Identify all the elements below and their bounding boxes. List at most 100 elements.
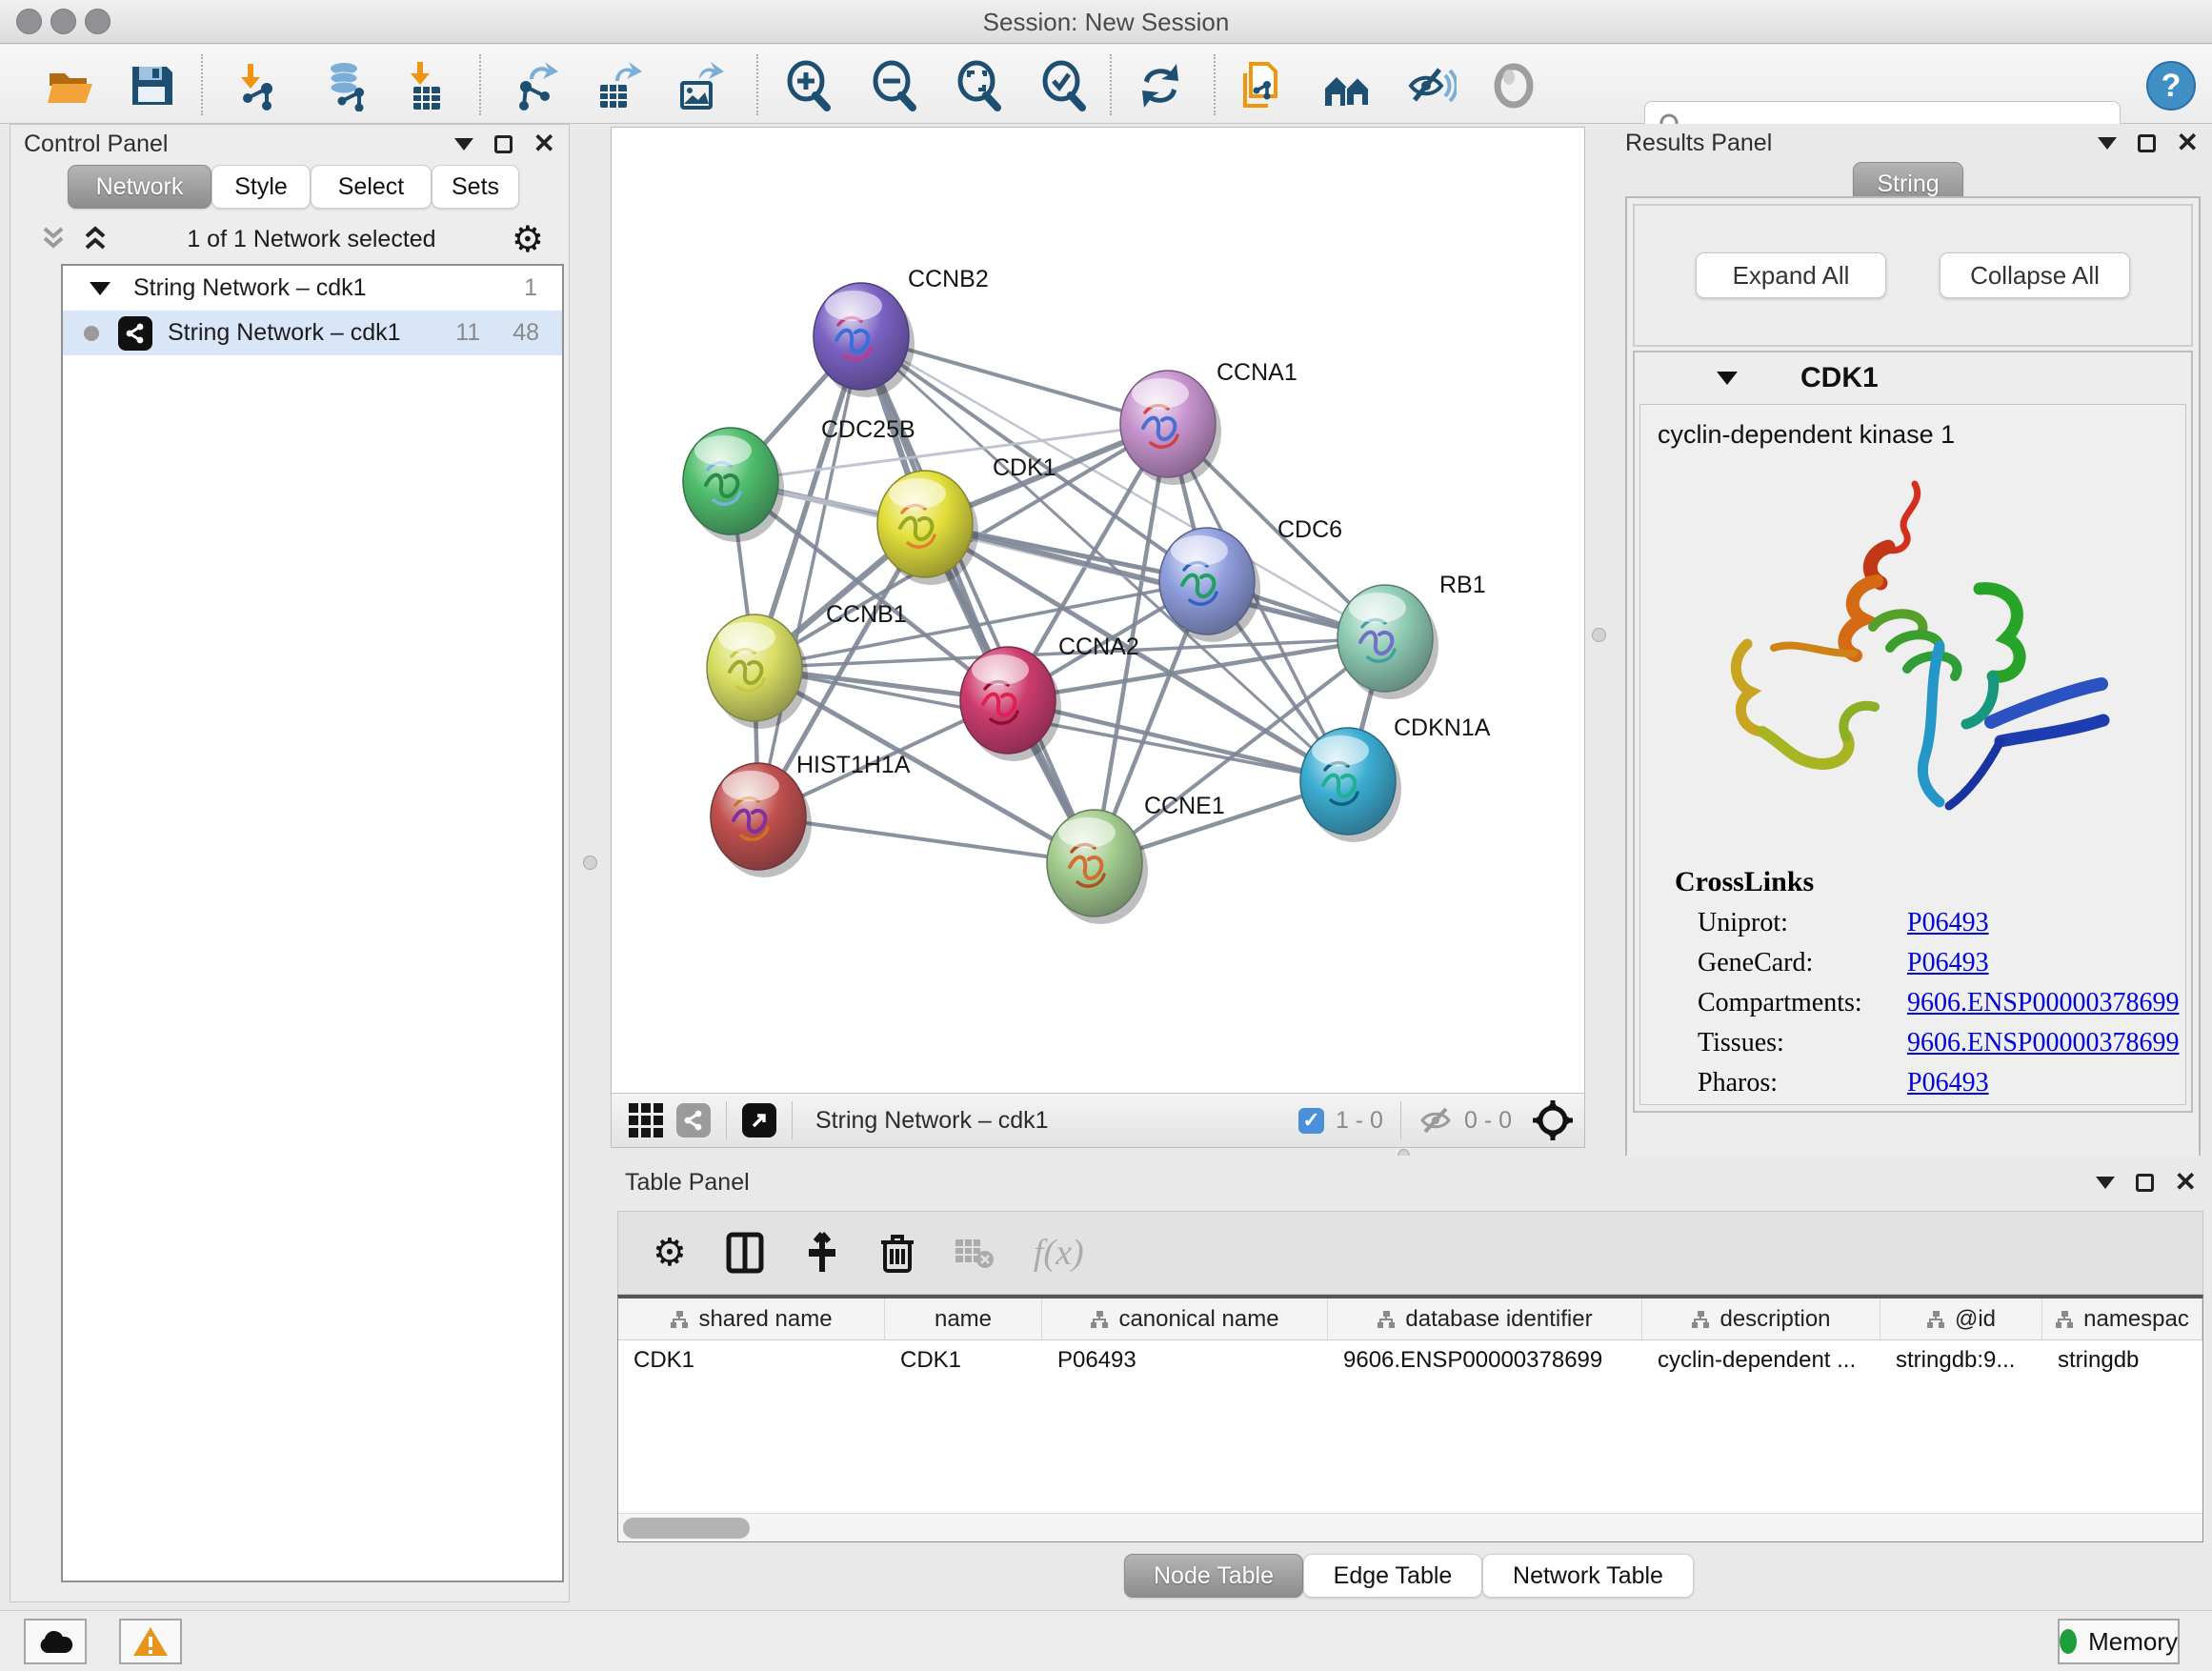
network-view[interactable]: CCNB2 CCNA1 CDC25B CDK1	[611, 127, 1585, 1148]
network-node-cdk1[interactable]	[877, 471, 978, 585]
hidden-eye-icon[interactable]	[1418, 1106, 1453, 1135]
show-columns-icon[interactable]	[725, 1231, 765, 1275]
delete-column-trash-icon[interactable]	[879, 1231, 915, 1275]
tab-style[interactable]: Style	[211, 165, 311, 209]
network-collection-row[interactable]: String Network – cdk1 1	[63, 266, 562, 311]
table-cell[interactable]: stringdb	[2042, 1340, 2202, 1380]
network-node-cdc6[interactable]	[1159, 528, 1260, 642]
detach-view-icon[interactable]	[742, 1103, 776, 1137]
import-network-from-database-icon[interactable]	[319, 58, 374, 113]
expand-all-button[interactable]: Expand All	[1696, 252, 1886, 298]
network-node-ccnb2[interactable]	[814, 283, 915, 397]
collapse-all-button[interactable]: Collapse All	[1940, 252, 2130, 298]
memory-button[interactable]: Memory	[2058, 1619, 2180, 1664]
network-node-hist1h1a[interactable]	[711, 763, 812, 877]
warning-icon	[131, 1625, 170, 1658]
table-cell[interactable]: CDK1	[618, 1340, 885, 1380]
export-image-icon[interactable]	[673, 58, 728, 113]
import-network-icon[interactable]	[229, 58, 284, 113]
results-panel-close-icon[interactable]: ✕	[2177, 133, 2199, 152]
zoom-fit-icon[interactable]	[952, 58, 1007, 113]
column-header-name[interactable]: name	[885, 1299, 1042, 1339]
table-cell[interactable]: cyclin-dependent ...	[1642, 1340, 1880, 1380]
export-table-icon[interactable]	[591, 58, 646, 113]
table-cell[interactable]: CDK1	[885, 1340, 1042, 1380]
collection-expander-icon[interactable]	[90, 282, 111, 295]
left-splitter-handle[interactable]	[583, 856, 597, 870]
duplicate-network-icon[interactable]	[1234, 58, 1289, 113]
crosslink-link[interactable]: 9606.ENSP00000378699	[1907, 988, 2179, 1018]
table-panel-menu-icon[interactable]	[2096, 1177, 2115, 1189]
network-node-rb1[interactable]	[1337, 585, 1438, 699]
network-badge-icon[interactable]	[676, 1103, 711, 1137]
tab-node-table[interactable]: Node Table	[1124, 1554, 1303, 1598]
column-header-shared-name[interactable]: shared name	[618, 1299, 885, 1339]
tab-sets[interactable]: Sets	[432, 165, 519, 209]
cloud-status-button[interactable]	[24, 1619, 87, 1664]
crosslink-link[interactable]: P06493	[1907, 1068, 1989, 1098]
network-node-cdc25b[interactable]	[683, 428, 784, 542]
crosslink-link[interactable]: 9606.ENSP00000378699	[1907, 1028, 2179, 1058]
results-panel-float-icon[interactable]	[2138, 134, 2156, 152]
table-horizontal-scrollbar[interactable]	[618, 1513, 2202, 1541]
column-header-canonical-name[interactable]: canonical name	[1042, 1299, 1328, 1339]
help-icon[interactable]: ?	[2143, 58, 2199, 113]
control-panel-close-icon[interactable]: ✕	[533, 134, 555, 153]
show-graphics-details-icon[interactable]	[1486, 58, 1541, 113]
save-session-icon[interactable]	[124, 58, 179, 113]
crosslink-link[interactable]: P06493	[1907, 948, 1989, 978]
results-panel-menu-icon[interactable]	[2098, 137, 2117, 150]
scrollbar-thumb[interactable]	[623, 1518, 750, 1539]
tab-network-table[interactable]: Network Table	[1482, 1554, 1694, 1598]
selected-nodes-checkbox-icon[interactable]: ✓	[1298, 1108, 1324, 1134]
expand-all-icon[interactable]	[79, 225, 111, 253]
collapse-all-icon[interactable]	[37, 225, 70, 253]
protein-section-expander-icon[interactable]	[1717, 372, 1738, 385]
network-edge[interactable]	[758, 336, 861, 816]
right-splitter-handle[interactable]	[1592, 628, 1606, 642]
table-panel-close-icon[interactable]: ✕	[2175, 1173, 2197, 1192]
control-panel-menu-icon[interactable]	[454, 138, 473, 151]
network-node-ccna1[interactable]	[1120, 371, 1221, 485]
network-node-ccna2[interactable]	[960, 647, 1061, 761]
table-row[interactable]: CDK1CDK1P064939606.ENSP00000378699cyclin…	[618, 1340, 2202, 1380]
table-type-tabs: Node Table Edge Table Network Table	[1124, 1554, 1694, 1598]
table-panel: Table Panel ✕ ⚙ f(x) shared namenamecano…	[610, 1156, 2212, 1602]
control-panel-float-icon[interactable]	[494, 135, 513, 153]
tab-edge-table[interactable]: Edge Table	[1303, 1554, 1482, 1598]
tab-network[interactable]: Network	[68, 165, 211, 209]
birdseye-navigator-icon[interactable]	[1531, 1098, 1575, 1142]
network-row-selected[interactable]: String Network – cdk1 11 48	[63, 311, 562, 355]
crosslinks-heading: CrossLinks	[1675, 866, 2185, 898]
table-cell[interactable]: P06493	[1042, 1340, 1328, 1380]
warnings-button[interactable]	[119, 1619, 182, 1664]
hide-selected-icon[interactable]	[1403, 58, 1458, 113]
add-column-icon[interactable]	[803, 1232, 841, 1274]
table-panel-float-icon[interactable]	[2136, 1174, 2154, 1192]
apply-layout-icon[interactable]	[1133, 58, 1188, 113]
network-options-gear-icon[interactable]: ⚙	[512, 218, 544, 261]
column-header-database-identifier[interactable]: database identifier	[1328, 1299, 1642, 1339]
zoom-selected-icon[interactable]	[1036, 58, 1092, 113]
open-session-icon[interactable]	[43, 58, 98, 113]
zoom-in-icon[interactable]	[781, 58, 836, 113]
table-cell[interactable]: stringdb:9...	[1880, 1340, 2042, 1380]
network-graph[interactable]: CCNB2 CCNA1 CDC25B CDK1	[612, 128, 1584, 1093]
table-cell[interactable]: 9606.ENSP00000378699	[1328, 1340, 1642, 1380]
table-options-gear-icon[interactable]: ⚙	[653, 1231, 687, 1275]
import-table-icon[interactable]	[398, 58, 453, 113]
first-neighbors-icon[interactable]	[1319, 58, 1375, 113]
crosslink-link[interactable]: P06493	[1907, 908, 1989, 938]
tab-select[interactable]: Select	[311, 165, 432, 209]
network-edge[interactable]	[861, 336, 1095, 863]
crosslink-label: Tissues:	[1698, 1028, 1907, 1058]
export-network-icon[interactable]	[509, 58, 564, 113]
column-header--id[interactable]: @id	[1880, 1299, 2042, 1339]
network-node-cdkn1a[interactable]	[1300, 728, 1401, 842]
node-table: shared namenamecanonical namedatabase id…	[617, 1295, 2203, 1542]
column-header-description[interactable]: description	[1642, 1299, 1880, 1339]
grid-view-icon[interactable]	[629, 1103, 663, 1137]
zoom-out-icon[interactable]	[867, 58, 922, 113]
column-header-namespac[interactable]: namespac	[2042, 1299, 2202, 1339]
network-node-ccne1[interactable]	[1047, 810, 1148, 924]
